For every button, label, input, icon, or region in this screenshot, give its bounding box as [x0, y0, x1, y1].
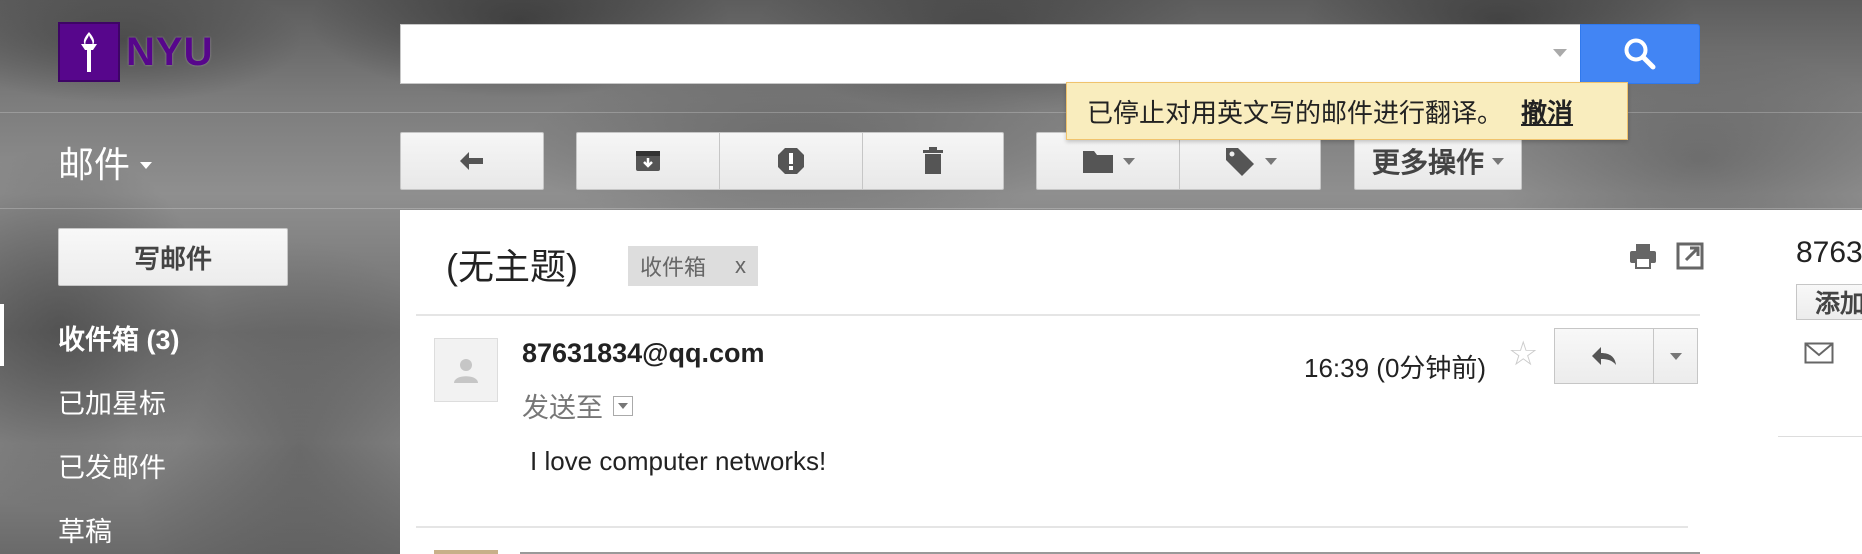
- chevron-down-icon: [618, 402, 628, 409]
- mail-menu[interactable]: 邮件: [58, 136, 153, 188]
- envelope-icon: [1804, 342, 1834, 364]
- label-chip-text: 收件箱: [640, 255, 707, 280]
- archive-icon: [636, 151, 660, 171]
- search-options-caret-icon[interactable]: [1553, 49, 1567, 57]
- email-subject: (无主题): [446, 246, 578, 287]
- next-message-avatar: [434, 550, 498, 554]
- reply-icon: [1592, 347, 1616, 365]
- open-in-new-window-icon: [1676, 242, 1704, 270]
- sidebar-item-starred[interactable]: 已加星标: [58, 382, 166, 421]
- avatar: [434, 338, 498, 402]
- torch-icon: [58, 22, 120, 82]
- toolbar-divider: [0, 208, 1862, 209]
- message-divider: [416, 526, 1688, 528]
- translation-notice: 已停止对用英文写的邮件进行翻译。 撤消: [1066, 82, 1628, 140]
- nyu-logo[interactable]: NYU: [58, 22, 213, 82]
- folder-icon: [1083, 151, 1113, 173]
- add-contact-button[interactable]: 添加: [1796, 284, 1862, 320]
- right-panel-divider: [1778, 436, 1862, 437]
- report-spam-button[interactable]: [719, 132, 863, 190]
- delete-button[interactable]: [862, 132, 1004, 190]
- chevron-down-icon: [1669, 352, 1682, 360]
- archive-button[interactable]: [576, 132, 720, 190]
- report-spam-icon: [778, 148, 804, 174]
- active-indicator: [0, 304, 4, 366]
- sidebar-item-sent[interactable]: 已发邮件: [58, 446, 166, 485]
- more-actions-label: 更多操作: [1371, 147, 1484, 178]
- mail-menu-label: 邮件: [58, 144, 131, 185]
- compose-button[interactable]: 写邮件: [58, 228, 288, 286]
- notice-message: 已停止对用英文写的邮件进行翻译。: [1087, 97, 1504, 128]
- chevron-down-icon: [1492, 157, 1504, 165]
- move-to-button[interactable]: [1036, 132, 1180, 190]
- chevron-down-icon: [1123, 157, 1135, 165]
- undo-link[interactable]: 撤消: [1521, 93, 1573, 130]
- labels-button[interactable]: [1179, 132, 1321, 190]
- open-new-window-button[interactable]: [1676, 242, 1706, 272]
- show-details-button[interactable]: [613, 395, 633, 416]
- sidebar-item-drafts[interactable]: 草稿: [58, 510, 112, 549]
- logo-text: NYU: [126, 29, 214, 74]
- print-icon: [1630, 244, 1656, 269]
- delete-icon: [923, 147, 943, 174]
- inbox-label-chip[interactable]: 收件箱 x: [628, 246, 758, 286]
- sidebar-item-inbox[interactable]: 收件箱 (3): [58, 318, 180, 357]
- reply-button[interactable]: [1554, 328, 1654, 384]
- recipient-details[interactable]: 发送至: [522, 386, 633, 425]
- print-button[interactable]: [1628, 242, 1658, 272]
- back-button[interactable]: [400, 132, 544, 190]
- email-body: I love computer networks!: [530, 446, 827, 476]
- search-icon: [1624, 38, 1656, 70]
- search-button[interactable]: [1580, 24, 1700, 84]
- subject-divider: [416, 314, 1700, 316]
- contact-id-partial: 8763: [1796, 236, 1862, 269]
- chevron-down-icon: [1265, 157, 1277, 165]
- back-arrow-icon: [460, 152, 483, 170]
- send-to-label: 发送至: [522, 393, 603, 423]
- tag-icon: [1226, 148, 1254, 176]
- message-timestamp: 16:39 (0分钟前): [1304, 353, 1487, 383]
- person-icon: [454, 359, 478, 383]
- remove-label-button[interactable]: x: [735, 253, 746, 279]
- more-actions-button[interactable]: 更多操作: [1354, 132, 1522, 190]
- star-icon[interactable]: ☆: [1508, 334, 1538, 374]
- sender-address[interactable]: 87631834@qq.com: [522, 338, 764, 369]
- search-input[interactable]: [400, 24, 1580, 84]
- more-reply-options-button[interactable]: [1654, 328, 1698, 384]
- contact-mail-button[interactable]: [1804, 342, 1834, 364]
- chevron-down-icon: [140, 161, 153, 169]
